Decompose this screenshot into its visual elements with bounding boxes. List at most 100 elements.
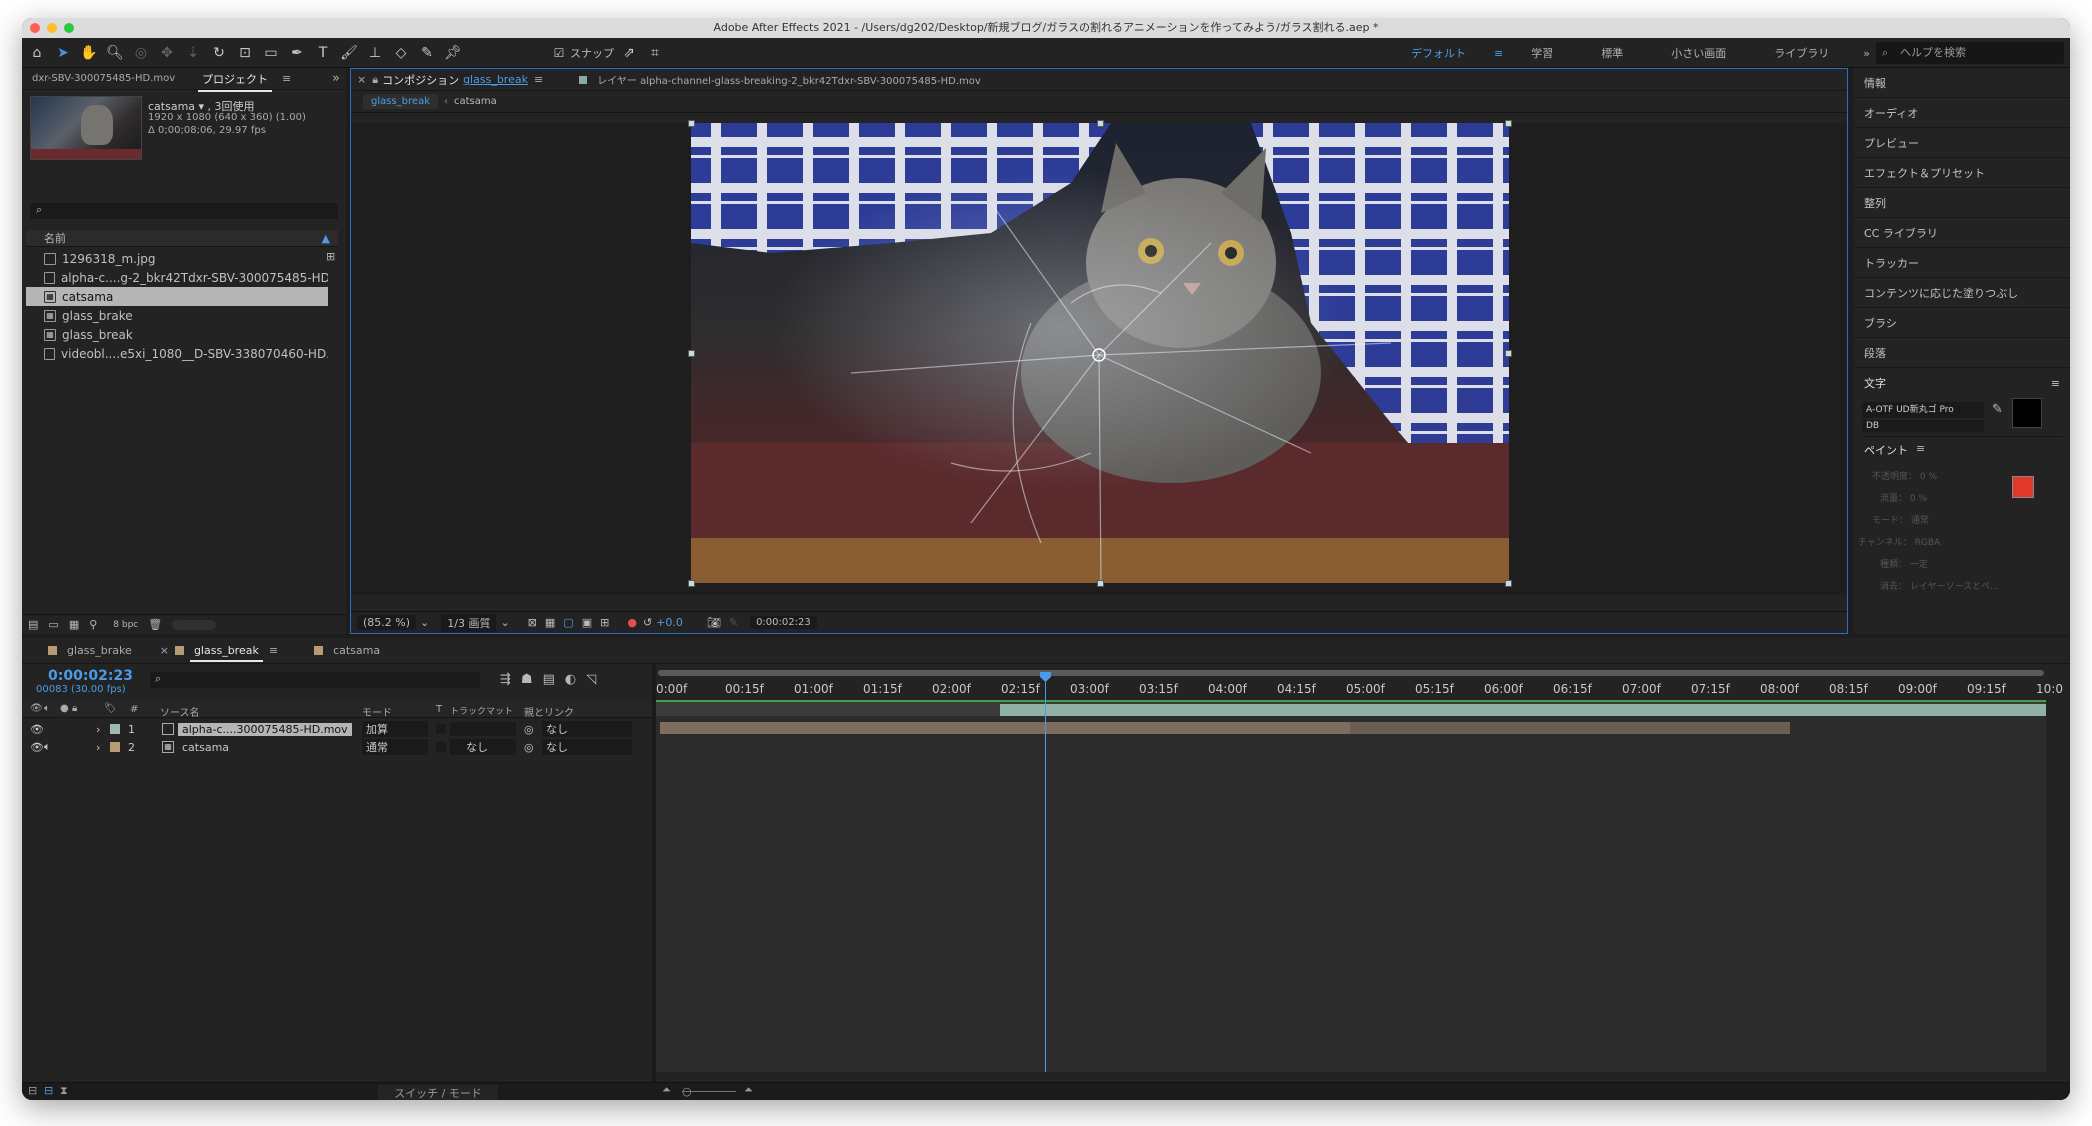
- fill-color-swatch[interactable]: [2012, 398, 2042, 428]
- work-area-bar[interactable]: [658, 670, 2044, 676]
- layer-duration-bar[interactable]: [1000, 704, 2046, 716]
- close-tab-icon[interactable]: ×: [351, 73, 372, 86]
- shy-layers-icon[interactable]: ☗: [521, 672, 533, 687]
- frame-blending-icon[interactable]: ▤: [543, 672, 555, 687]
- comp-menu-icon[interactable]: ≡: [534, 73, 543, 86]
- eraser-tool-icon[interactable]: ◇: [390, 42, 412, 64]
- paint-channel-value[interactable]: RGBA: [1915, 538, 1941, 548]
- transfer-controls-icon[interactable]: ⊟: [44, 1084, 53, 1097]
- interpret-footage-icon[interactable]: ▤: [28, 618, 38, 631]
- workspace-small-screen[interactable]: 小さい画面: [1647, 45, 1750, 61]
- expand-arrow-icon[interactable]: ›: [96, 741, 100, 754]
- mask-visibility-icon[interactable]: ▢: [563, 616, 573, 629]
- resolution-select[interactable]: 1/3 画質: [441, 613, 497, 632]
- preserve-transparency-checkbox[interactable]: [436, 724, 446, 734]
- layer-switches-icon[interactable]: ⊟: [28, 1084, 37, 1097]
- thumbnail-slider[interactable]: [172, 619, 217, 630]
- workspace-libraries[interactable]: ライブラリ: [1750, 45, 1853, 61]
- exposure-value[interactable]: +0.0: [656, 616, 683, 629]
- paint-foreground-swatch[interactable]: [2012, 476, 2034, 498]
- roto-brush-icon[interactable]: ✎: [416, 42, 438, 64]
- workspace-learn[interactable]: 学習: [1507, 45, 1577, 61]
- lock-icon[interactable]: 🔒︎: [372, 73, 382, 87]
- panel-effects-presets[interactable]: エフェクト＆プリセット: [1854, 158, 2070, 188]
- layer-mode-select[interactable]: 通常: [362, 739, 428, 755]
- project-item-comp[interactable]: ▦ glass_break: [26, 325, 328, 344]
- zoom-tool-icon[interactable]: 🔍︎: [104, 42, 126, 64]
- panel-content-aware-fill[interactable]: コンテンツに応じた塗りつぶし: [1854, 278, 2070, 308]
- viewer-area[interactable]: [351, 120, 1847, 595]
- breadcrumb-item[interactable]: glass_break: [363, 94, 438, 109]
- rotate-tool-icon[interactable]: ↻: [208, 42, 230, 64]
- rectangle-tool-icon[interactable]: ▭: [260, 42, 282, 64]
- track-area[interactable]: [656, 700, 2046, 1072]
- mode-header[interactable]: モード: [362, 704, 392, 719]
- composition-frame[interactable]: [691, 123, 1509, 583]
- project-settings-icon[interactable]: ⚲: [89, 618, 97, 631]
- character-menu-icon[interactable]: ≡: [2051, 377, 2060, 390]
- clone-stamp-icon[interactable]: ⊥: [364, 42, 386, 64]
- timeline-menu-icon[interactable]: ≡: [269, 644, 278, 657]
- zoom-slider-knob[interactable]: ○: [682, 1085, 692, 1098]
- time-ruler[interactable]: 0:00f 00:15f 01:00f 01:15f 02:00f 02:15f 03:00…: [656, 664, 2063, 700]
- footage-tab[interactable]: dxr-SBV-300075485-HD.mov: [22, 73, 192, 84]
- pickwhip-icon[interactable]: ◎: [524, 741, 534, 754]
- timeline-tab[interactable]: glass_brake: [57, 644, 142, 657]
- project-item-file[interactable]: 1296318_m.jpg: [26, 249, 328, 268]
- paint-erase-value[interactable]: レイヤーソースとペ...: [1910, 582, 1999, 592]
- project-item-file[interactable]: videobl....e5xi_1080__D-SBV-338070460-HD…: [26, 344, 328, 363]
- layer-mode-select[interactable]: 加算: [362, 721, 428, 737]
- zoom-in-icon[interactable]: ⏶: [744, 1083, 753, 1097]
- paint-duration-value[interactable]: 一定: [1910, 560, 1928, 570]
- panel-tracker[interactable]: トラッカー: [1854, 248, 2070, 278]
- transform-handle[interactable]: [688, 350, 695, 357]
- puppet-pin-icon[interactable]: 📌︎: [442, 42, 464, 64]
- expand-icon[interactable]: »: [332, 71, 340, 86]
- preserve-transparency-checkbox[interactable]: [436, 742, 446, 752]
- expand-arrow-icon[interactable]: ›: [96, 723, 100, 736]
- panel-paragraph[interactable]: 段落: [1854, 338, 2070, 368]
- transform-handle[interactable]: [688, 120, 695, 127]
- audio-header-icon[interactable]: 🔈︎: [44, 703, 50, 714]
- minimize-button[interactable]: [47, 23, 57, 33]
- layer-name[interactable]: catsama: [182, 741, 229, 754]
- hand-tool-icon[interactable]: ✋: [78, 42, 100, 64]
- font-family-select[interactable]: A-OTF UD新丸ゴ Pro: [1862, 402, 1984, 418]
- label-header-icon[interactable]: 🏷︎: [104, 703, 117, 714]
- font-style-select[interactable]: DB: [1862, 420, 1984, 432]
- dolly-camera-icon[interactable]: ⇣: [182, 42, 204, 64]
- workspace-default[interactable]: デフォルト: [1387, 45, 1490, 61]
- panel-info[interactable]: 情報: [1854, 68, 2070, 98]
- transparency-grid-icon[interactable]: ▦: [545, 616, 555, 629]
- source-name-header[interactable]: ソース名: [160, 704, 200, 719]
- fast-preview-icon[interactable]: ⊠: [528, 616, 537, 629]
- transform-handle[interactable]: [1505, 580, 1512, 587]
- visibility-header-icon[interactable]: 👁︎: [30, 703, 43, 714]
- sort-arrow-icon[interactable]: ▲: [322, 230, 330, 247]
- zoom-out-icon[interactable]: ⏶: [662, 1083, 671, 1097]
- in-out-icon[interactable]: ⧗: [60, 1084, 68, 1098]
- visibility-icon[interactable]: 👁︎: [30, 741, 44, 754]
- snap-extra-icon[interactable]: ⌗: [644, 42, 666, 64]
- project-item-file[interactable]: alpha-c....g-2_bkr42Tdxr-SBV-300075485-H…: [26, 268, 328, 287]
- zoom-select[interactable]: (85.2 %): [357, 615, 417, 630]
- transform-handle[interactable]: [1097, 580, 1104, 587]
- solo-header-icon[interactable]: ●: [60, 703, 69, 714]
- snapshot-camera-icon[interactable]: 📷︎: [707, 616, 721, 629]
- grid-guides-icon[interactable]: ⊞: [600, 616, 609, 629]
- project-item-comp[interactable]: ▦ glass_brake: [26, 306, 328, 325]
- viewer-timecode[interactable]: 0:00:02:23: [750, 616, 817, 629]
- pan-camera-icon[interactable]: ✥: [156, 42, 178, 64]
- current-timecode[interactable]: 0:00:02:23: [48, 668, 133, 684]
- bpc-label[interactable]: 8 bpc: [113, 620, 138, 630]
- transform-handle[interactable]: [688, 580, 695, 587]
- delete-icon[interactable]: 🗑︎: [148, 618, 162, 631]
- project-search-input[interactable]: ⌕: [30, 203, 338, 219]
- panel-character-header[interactable]: 文字 ≡: [1854, 368, 2070, 398]
- layer-row[interactable]: 👁︎ › 1 alpha-c....300075485-HD.mov 加算 ◎ …: [22, 720, 652, 738]
- workspace-standard[interactable]: 標準: [1577, 45, 1647, 61]
- panel-align[interactable]: 整列: [1854, 188, 2070, 218]
- paint-mode-value[interactable]: 通常: [1911, 516, 1929, 526]
- trackmatte-header[interactable]: トラックマット: [450, 704, 513, 717]
- panel-audio[interactable]: オーディオ: [1854, 98, 2070, 128]
